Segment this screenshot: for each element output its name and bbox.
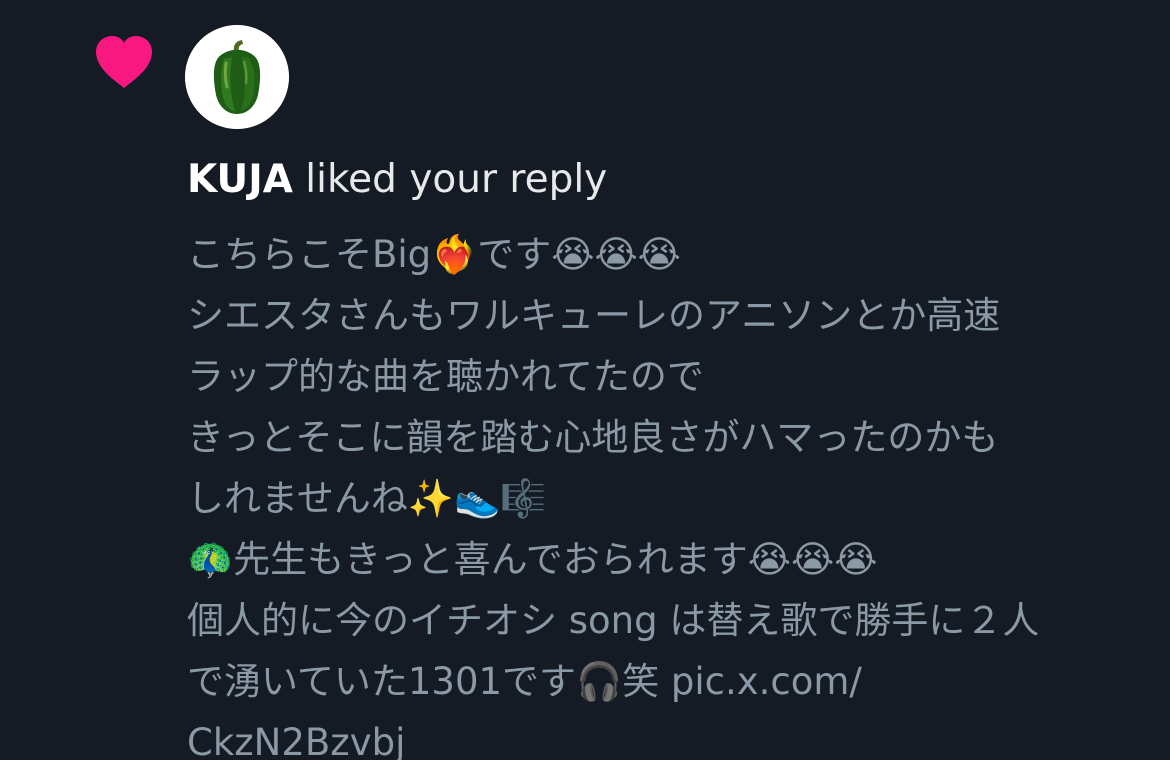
reply-line-8[interactable]: で湧いていた1301です🎧笑 pic.x.com/ [187, 651, 1152, 712]
reply-text[interactable]: こちらこそBig❤️‍🔥です😭😭😭 シエスタさんもワルキューレのアニソンとか高速… [187, 224, 1152, 760]
reply-line-3: ラップ的な曲を聴かれてたので [187, 355, 704, 398]
reply-line-1: こちらこそBig❤️‍🔥です😭😭😭 [187, 233, 681, 276]
reply-line-2: シエスタさんもワルキューレのアニソンとか高速 [187, 294, 1001, 337]
reply-line-7: 個人的に今のイチオシ song は替え歌で勝手に２人 [187, 599, 1040, 642]
heart-icon [93, 34, 155, 90]
bell-pepper-icon [185, 25, 289, 129]
reply-line-6: 🦚先生もきっと喜んでおられます😭😭😭 [187, 538, 878, 581]
like-notification[interactable]: KUJA liked your reply こちらこそBig❤️‍🔥です😭😭😭 … [0, 0, 1170, 760]
reply-line-5: しれませんね✨👟🎼 [187, 477, 547, 520]
action-text: liked your reply [292, 157, 608, 202]
user-name-link[interactable]: KUJA [187, 157, 293, 202]
notification-headline: KUJA liked your reply [187, 152, 1147, 208]
reply-line-9[interactable]: CkzN2Bzvbj [187, 712, 1152, 760]
user-avatar[interactable] [185, 25, 289, 129]
reply-line-4: きっとそこに韻を踏む心地良さがハマったのかも [187, 416, 999, 459]
